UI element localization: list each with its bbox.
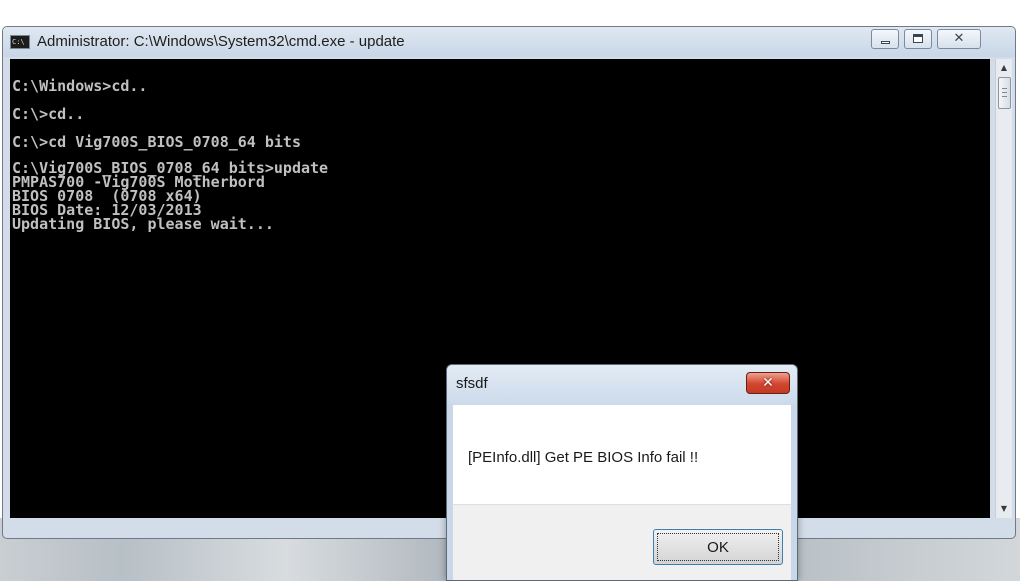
vertical-scrollbar[interactable]: ▲ ▼ <box>995 59 1012 518</box>
scroll-up-arrow-icon[interactable]: ▲ <box>996 61 1012 75</box>
console-line: Updating BIOS, please wait... <box>12 215 274 233</box>
console-line: C:\>cd Vig700S_BIOS_0708_64 bits <box>12 133 301 151</box>
cmd-titlebar[interactable]: C:\ Administrator: C:\Windows\System32\c… <box>3 27 1015 57</box>
console-line: C:\>cd.. <box>12 105 85 123</box>
dialog-close-button[interactable]: ✕ <box>746 372 790 394</box>
maximize-button[interactable] <box>904 29 932 49</box>
cmd-app-icon[interactable]: C:\ <box>10 35 30 49</box>
dialog-body: [PEInfo.dll] Get PE BIOS Info fail !! <box>453 405 791 504</box>
screen: C:\ Administrator: C:\Windows\System32\c… <box>0 0 1020 581</box>
ok-button[interactable]: OK <box>653 529 783 565</box>
close-button[interactable]: ✕ <box>937 29 981 49</box>
minimize-button[interactable] <box>871 29 899 49</box>
maximize-icon <box>913 34 923 43</box>
close-icon: ✕ <box>953 31 965 46</box>
ok-button-label: OK <box>657 533 779 561</box>
console-line: C:\Windows>cd.. <box>12 77 148 95</box>
dialog-titlebar[interactable]: sfsdf ✕ <box>447 365 797 405</box>
close-icon: ✕ <box>762 375 774 391</box>
scroll-down-arrow-icon[interactable]: ▼ <box>996 502 1012 516</box>
dialog-message: [PEInfo.dll] Get PE BIOS Info fail !! <box>468 449 699 466</box>
window-title: Administrator: C:\Windows\System32\cmd.e… <box>37 33 405 50</box>
minimize-icon <box>881 41 890 44</box>
scroll-thumb[interactable] <box>998 77 1011 109</box>
console-output: C:\Windows>cd.. C:\>cd.. C:\>cd Vig700S_… <box>10 59 990 233</box>
message-dialog: sfsdf ✕ [PEInfo.dll] Get PE BIOS Info fa… <box>446 364 798 581</box>
grip-icon <box>1002 88 1007 97</box>
dialog-footer: OK <box>453 504 791 580</box>
dialog-title: sfsdf <box>456 375 488 392</box>
